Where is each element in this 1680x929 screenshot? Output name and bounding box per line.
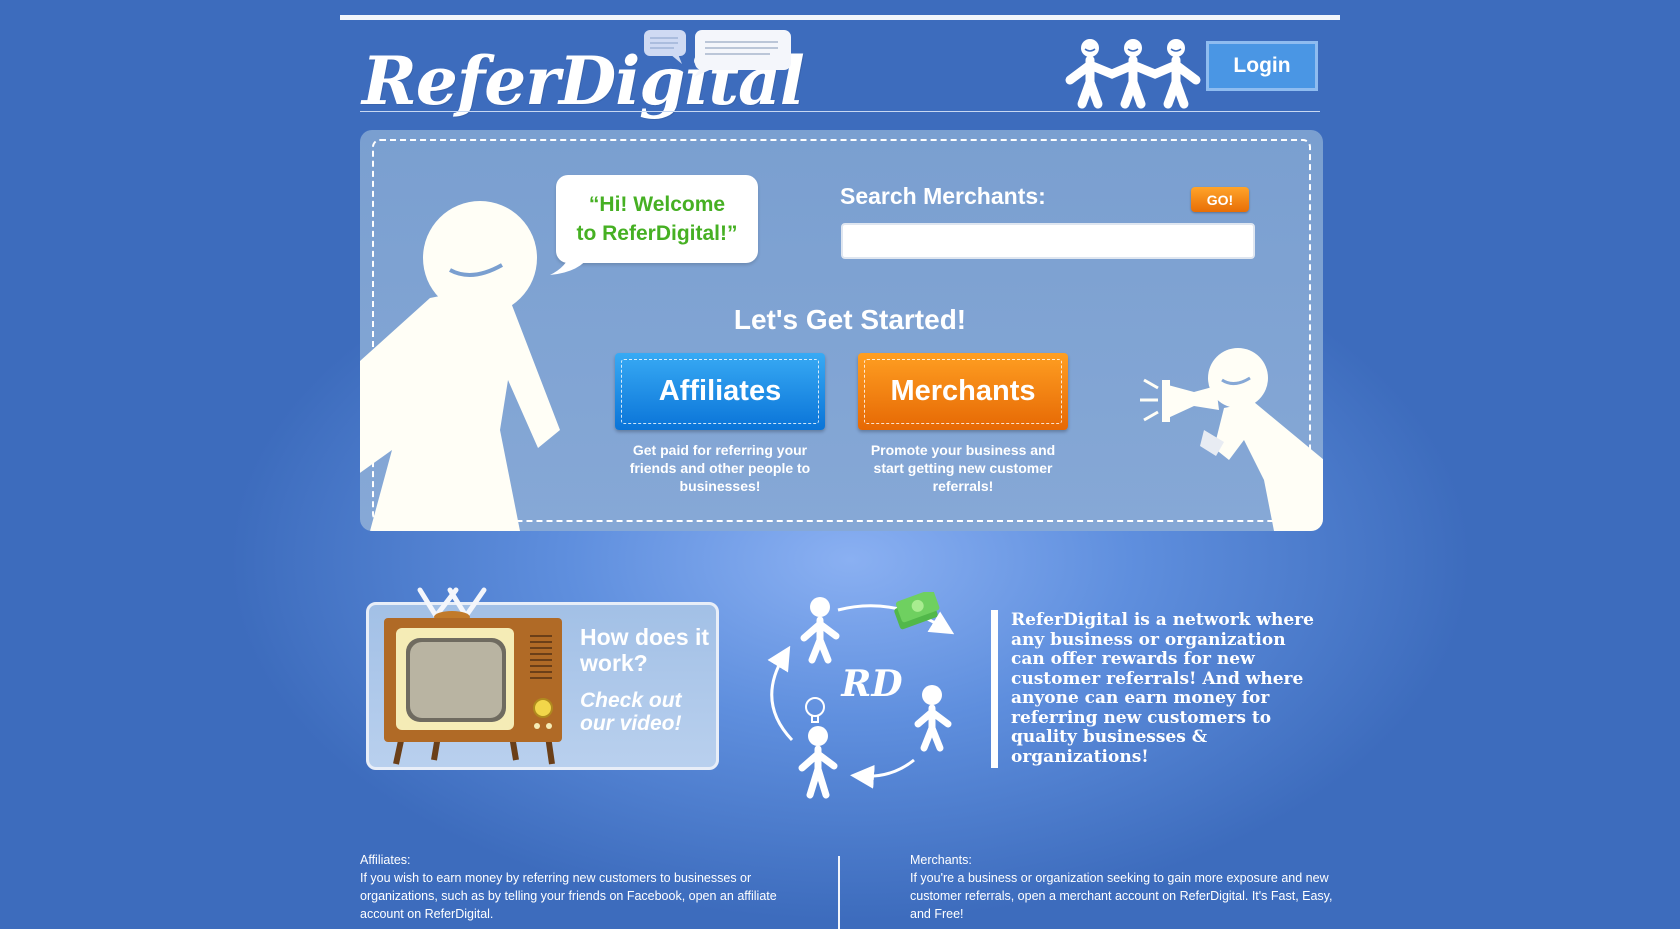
cycle-center-text: RD [840, 663, 902, 705]
search-label: Search Merchants: [840, 183, 1046, 209]
affiliates-button-dashed-border [621, 359, 819, 424]
merchants-button[interactable]: Merchants [858, 353, 1068, 430]
people-group-icon [1065, 39, 1201, 109]
about-text: ReferDigital is a network where any busi… [1011, 610, 1314, 767]
video-subtitle: Check out our video! [580, 689, 682, 735]
merchant-search-input[interactable] [841, 223, 1255, 259]
merchants-button-dashed-border [864, 359, 1062, 424]
tv-icon [384, 587, 562, 765]
welcome-line-2: to ReferDigital!” [576, 222, 738, 245]
top-divider [340, 15, 1340, 20]
footer-merchants-title: Merchants: [910, 853, 972, 867]
speech-bubbles-icon [644, 30, 791, 77]
merchants-description: Promote your business and start getting … [870, 442, 1056, 494]
affiliates-button[interactable]: Affiliates [615, 353, 825, 430]
header-divider [360, 111, 1320, 112]
bubble-tail-icon [550, 252, 592, 275]
affiliates-description: Get paid for referring your friends and … [629, 442, 811, 494]
footer-affiliates: Affiliates: If you wish to earn money by… [360, 851, 790, 923]
login-button[interactable]: Login [1206, 41, 1318, 91]
megaphone-figure-illustration [1140, 348, 1323, 531]
footer-divider [838, 856, 840, 929]
go-button[interactable]: GO! [1191, 187, 1249, 212]
referral-cycle-icon: RD [767, 592, 955, 799]
footer-affiliates-title: Affiliates: [360, 853, 411, 867]
welcome-bubble: “Hi! Welcome to ReferDigital!” [556, 175, 758, 263]
about-divider [991, 610, 998, 768]
footer-merchants: Merchants: If you're a business or organ… [910, 851, 1340, 923]
video-title: How does it work? [580, 624, 710, 676]
welcome-line-1: “Hi! Welcome [588, 193, 726, 216]
get-started-heading: Let's Get Started! [733, 304, 967, 335]
footer-merchants-text: If you're a business or organization see… [910, 871, 1333, 921]
footer-affiliates-text: If you wish to earn money by referring n… [360, 871, 777, 921]
